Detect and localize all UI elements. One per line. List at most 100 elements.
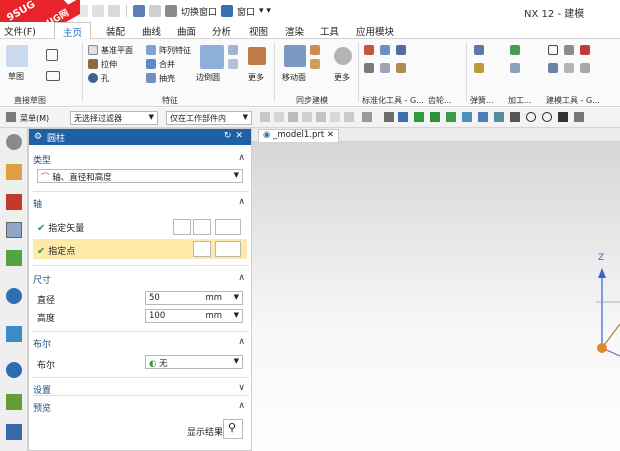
tab-model1[interactable]: ◉ _model1.prt ✕ [258, 129, 340, 142]
sphere-icon[interactable] [398, 112, 408, 122]
type-dropdown[interactable]: ⌒ 轴、直径和高度 ▼ [37, 169, 243, 183]
specify-point-row[interactable]: ✔ 指定点 [37, 244, 75, 257]
tab-view[interactable]: 视图 [249, 24, 268, 38]
tab-curve[interactable]: 曲线 [142, 24, 161, 38]
window-menu-button[interactable]: 窗口 [237, 5, 255, 18]
point-dialog-button[interactable] [193, 241, 211, 257]
paste-icon[interactable] [92, 5, 104, 17]
point-on-icon[interactable] [558, 112, 568, 122]
delete-face-icon[interactable] [310, 59, 320, 69]
section-boolean[interactable]: 布尔 ∧ [33, 337, 249, 350]
gear-icon[interactable] [6, 134, 22, 150]
boolean-dropdown[interactable]: ◐ 无 ▼ [145, 355, 243, 369]
clock-icon[interactable] [6, 362, 22, 378]
section-preview[interactable]: 预览 ∧ [33, 401, 249, 414]
palette-icon[interactable] [6, 394, 22, 410]
std-part-icon-6[interactable] [396, 63, 406, 73]
edge-blend-button[interactable]: 边倒圆 [196, 72, 220, 83]
chamfer-icon[interactable] [228, 45, 238, 55]
snap-icon-6[interactable] [330, 112, 340, 122]
selection-scope-dropdown[interactable]: 仅在工作部件内 ▼ [166, 111, 252, 125]
box-icon[interactable] [384, 112, 394, 122]
building-tool-icon-1[interactable] [564, 45, 574, 55]
std-part-icon-5[interactable] [380, 63, 390, 73]
triangle-icon[interactable] [548, 45, 558, 55]
machining-icon-1[interactable] [510, 45, 520, 55]
tab-app-modules[interactable]: 应用模块 [356, 24, 394, 38]
more-sync-icon[interactable] [334, 47, 352, 65]
snap-icon-7[interactable] [344, 112, 354, 122]
window-icon[interactable] [221, 5, 234, 17]
building-tool-icon-5[interactable] [580, 63, 590, 73]
replace-face-icon[interactable] [310, 45, 320, 55]
more-features-button[interactable]: 更多 [248, 72, 264, 83]
unite-icon[interactable] [146, 59, 156, 69]
section-type[interactable]: 类型 ∧ [33, 153, 249, 166]
graphics-viewport[interactable]: Z [252, 142, 620, 451]
midpoint-icon[interactable] [462, 112, 472, 122]
line-snap-icon[interactable] [430, 112, 440, 122]
spring-icon-1[interactable] [474, 45, 484, 55]
cross-icon[interactable] [574, 112, 584, 122]
center-icon[interactable] [526, 112, 536, 122]
snap-icon-1[interactable] [260, 112, 270, 122]
extrude-icon[interactable] [88, 59, 98, 69]
wave-icon[interactable] [494, 112, 504, 122]
origin-point[interactable] [597, 343, 607, 353]
intersection-icon[interactable] [510, 112, 520, 122]
edge-blend-icon[interactable] [200, 45, 224, 69]
draft-icon[interactable] [228, 59, 238, 69]
reuse-library-icon[interactable] [6, 250, 22, 266]
tab-file[interactable]: 文件(F) [4, 24, 36, 38]
menu-button[interactable]: 菜单(M) [20, 113, 49, 124]
rectangle-select-icon[interactable] [362, 112, 372, 122]
std-part-icon-1[interactable] [364, 45, 374, 55]
shell-icon[interactable] [146, 73, 156, 83]
pattern-feature-button[interactable]: 阵列特征 [159, 45, 191, 56]
selection-filter-dropdown[interactable]: 无选择过滤器 ▼ [70, 111, 158, 125]
tab-analysis[interactable]: 分析 [212, 24, 231, 38]
shell-button[interactable]: 抽壳 [159, 73, 175, 84]
part-navigator-icon[interactable] [6, 164, 22, 180]
snap-icon-5[interactable] [316, 112, 326, 122]
chevron-down-icon[interactable]: ∨ [238, 383, 245, 393]
more-sync-button[interactable]: 更多 [334, 72, 350, 83]
section-size[interactable]: 尺寸 ∧ [33, 273, 249, 286]
snap-icon-3[interactable] [288, 112, 298, 122]
std-part-icon-2[interactable] [380, 45, 390, 55]
curve-point-icon[interactable] [478, 112, 488, 122]
switch-window-button[interactable]: 切换窗口 [181, 5, 217, 18]
reverse-direction-button[interactable] [173, 219, 191, 235]
tab-render[interactable]: 渲染 [285, 24, 304, 38]
snap-point-icon[interactable] [414, 112, 424, 122]
pattern-feature-icon[interactable] [146, 45, 156, 55]
chevron-up-icon[interactable]: ∧ [238, 197, 245, 207]
close-icon[interactable]: ✕ [327, 130, 334, 140]
tab-surface[interactable]: 曲面 [177, 24, 196, 38]
point-type-dropdown[interactable] [215, 241, 241, 257]
building-tool-icon-4[interactable] [564, 63, 574, 73]
height-input[interactable]: 100 mm ▼ [145, 309, 243, 323]
copy-icon[interactable] [108, 5, 120, 17]
menu-icon[interactable] [6, 112, 16, 122]
vector-dialog-button[interactable] [193, 219, 211, 235]
assembly-navigator-icon[interactable] [6, 194, 22, 210]
history-icon[interactable] [6, 326, 22, 342]
tab-tools[interactable]: 工具 [320, 24, 339, 38]
gear-icon[interactable]: ⚙ [33, 132, 43, 142]
switch-window-icon[interactable] [165, 5, 177, 17]
show-result-button[interactable]: ⚲ [223, 419, 243, 439]
specify-vector-row[interactable]: ✔ 指定矢量 [37, 221, 84, 234]
building-tool-icon-3[interactable] [548, 63, 558, 73]
diameter-input[interactable]: 50 mm ▼ [145, 291, 243, 305]
snap-icon-2[interactable] [274, 112, 284, 122]
more-features-icon[interactable] [248, 47, 266, 65]
chevron-up-icon[interactable]: ∧ [238, 273, 245, 283]
tab-assembly[interactable]: 装配 [106, 24, 125, 38]
chevron-up-icon[interactable]: ∧ [238, 401, 245, 411]
reset-icon[interactable]: ↻ [224, 131, 236, 141]
vector-type-dropdown[interactable] [215, 219, 241, 235]
chevron-up-icon[interactable]: ∧ [238, 153, 245, 163]
roles-icon[interactable] [6, 424, 22, 440]
chevron-up-icon[interactable]: ∧ [238, 337, 245, 347]
